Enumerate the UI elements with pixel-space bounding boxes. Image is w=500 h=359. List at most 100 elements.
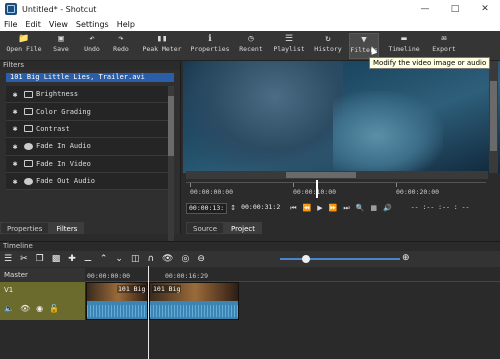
ripple-icon[interactable]: ◎ xyxy=(181,254,189,264)
transport-controls: 00:00:13: ↕ 00:00:31:2 ⏮ ⏪ ▶ ⏩ ⏭ 🔍 ▦ 🔊 -… xyxy=(186,201,500,215)
cut-icon[interactable]: ✂ xyxy=(20,254,28,264)
timeline-menu-icon[interactable]: ☰ xyxy=(4,254,12,264)
scrollbar-thumb[interactable] xyxy=(286,172,356,178)
timeline-button[interactable]: ▬ Timeline xyxy=(388,33,420,59)
filter-label: Contrast xyxy=(36,124,70,133)
timeline-clip[interactable]: 101 Big xyxy=(86,282,148,320)
menu-edit[interactable]: Edit xyxy=(25,20,41,29)
paste-icon[interactable]: ▩ xyxy=(52,254,61,264)
timeline-title: Timeline xyxy=(3,242,33,250)
zoom-in-icon[interactable]: ⊕ xyxy=(402,253,410,263)
filter-item-contrast[interactable]: ✱ Contrast xyxy=(6,120,174,139)
tab-project[interactable]: Project xyxy=(224,222,262,234)
enabled-checkbox-icon[interactable]: ✱ xyxy=(10,177,20,186)
lock-icon[interactable]: 🔓 xyxy=(49,304,59,313)
filter-item-brightness[interactable]: ✱ Brightness xyxy=(6,86,174,104)
recent-label: Recent xyxy=(239,45,263,53)
scrollbar-thumb[interactable] xyxy=(168,96,174,156)
tab-source[interactable]: Source xyxy=(186,222,225,234)
close-icon[interactable]: ✕ xyxy=(470,0,500,18)
minimize-icon[interactable]: — xyxy=(410,0,440,18)
filter-item-fade-in-video[interactable]: ✱ Fade In Video xyxy=(6,155,174,173)
export-button[interactable]: ⎂ Export xyxy=(430,33,458,59)
grid-icon[interactable]: ▦ xyxy=(370,204,377,212)
track-header-v1[interactable]: V1 🔈 👁 ◉ 🔓 xyxy=(0,282,85,320)
zoom-slider-handle[interactable] xyxy=(302,255,310,263)
properties-label: Properties xyxy=(190,45,230,53)
split-icon[interactable]: ◫ xyxy=(131,254,140,264)
track-controls: 🔈 👁 ◉ 🔓 xyxy=(4,304,65,313)
copy-icon[interactable]: ❐ xyxy=(36,254,44,264)
filter-label: Color Grading xyxy=(36,107,91,116)
tab-filters[interactable]: Filters xyxy=(49,222,85,234)
zoom-out-icon[interactable]: ⊖ xyxy=(197,254,205,264)
enabled-checkbox-icon[interactable]: ✱ xyxy=(10,159,20,168)
track-name: V1 xyxy=(4,286,14,294)
timeline-toolbar: ☰ ✂ ❐ ▩ ✚ ⚊ ⌃ ⌄ ◫ ∩ 👁 ◎ ⊖ ⊕ xyxy=(0,251,500,267)
volume-icon[interactable]: 🔊 xyxy=(383,204,392,212)
menu-settings[interactable]: Settings xyxy=(76,20,109,29)
position-timecode[interactable]: 00:00:13: xyxy=(186,202,228,214)
fast-forward-icon[interactable]: ⏩ xyxy=(329,204,338,212)
filter-label: Fade In Audio xyxy=(36,142,91,151)
tab-properties[interactable]: Properties xyxy=(0,222,50,234)
video-filter-icon xyxy=(24,108,33,116)
recent-button[interactable]: ◷ Recent xyxy=(237,33,265,59)
preview-horizontal-scrollbar[interactable] xyxy=(186,171,488,179)
filter-item-fade-in-audio[interactable]: ✱ Fade In Audio xyxy=(6,138,174,156)
composite-icon[interactable]: ◉ xyxy=(36,304,43,313)
play-icon[interactable]: ▶ xyxy=(317,204,322,212)
redo-icon: ↷ xyxy=(118,34,124,44)
scrollbar-thumb[interactable] xyxy=(490,81,497,151)
append-icon[interactable]: ✚ xyxy=(68,254,76,264)
open-file-button[interactable]: 📁 Open File xyxy=(4,33,44,59)
player-playhead[interactable] xyxy=(316,180,318,198)
playlist-label: Playlist xyxy=(273,45,305,53)
mute-icon[interactable]: 🔈 xyxy=(4,304,14,313)
filter-item-fade-out-audio[interactable]: ✱ Fade Out Audio xyxy=(6,172,174,191)
enabled-checkbox-icon[interactable]: ✱ xyxy=(10,142,20,151)
scrub-icon[interactable]: 👁 xyxy=(162,254,173,264)
info-icon: ℹ xyxy=(208,34,212,44)
ripple-delete-icon[interactable]: ⚊ xyxy=(84,254,92,264)
undo-button[interactable]: ↶ Undo xyxy=(80,33,104,59)
snap-icon[interactable]: ∩ xyxy=(147,254,154,264)
enabled-checkbox-icon[interactable]: ✱ xyxy=(10,90,20,99)
undo-label: Undo xyxy=(84,45,100,53)
enabled-checkbox-icon[interactable]: ✱ xyxy=(10,124,20,133)
menu-file[interactable]: File xyxy=(4,20,17,29)
menu-bar: File Edit View Settings Help xyxy=(0,18,500,31)
maximize-icon[interactable]: □ xyxy=(440,0,470,18)
title-bar: Untitled* - Shotcut — □ ✕ xyxy=(0,0,500,18)
menu-view[interactable]: View xyxy=(49,20,68,29)
filter-item-color-grading[interactable]: ✱ Color Grading xyxy=(6,103,174,121)
filter-label: Fade In Video xyxy=(36,159,91,168)
playlist-button[interactable]: ☰ Playlist xyxy=(272,33,306,59)
shotcut-app-icon xyxy=(5,3,17,15)
hide-icon[interactable]: 👁 xyxy=(20,304,30,313)
export-icon: ⎂ xyxy=(441,34,447,44)
enabled-checkbox-icon[interactable]: ✱ xyxy=(10,107,20,116)
lift-icon[interactable]: ⌃ xyxy=(100,254,108,264)
audio-waveform xyxy=(150,301,238,319)
timeline-playhead[interactable] xyxy=(148,266,149,359)
rewind-icon[interactable]: ⏪ xyxy=(303,204,312,212)
properties-button[interactable]: ℹ Properties xyxy=(190,33,230,59)
peak-meter-button[interactable]: ▮▮ Peak Meter xyxy=(140,33,184,59)
menu-help[interactable]: Help xyxy=(117,20,135,29)
overwrite-icon[interactable]: ⌄ xyxy=(115,254,123,264)
history-button[interactable]: ↻ History xyxy=(313,33,343,59)
timeline-clip[interactable]: 101 Big xyxy=(149,282,239,320)
zoom-icon[interactable]: 🔍 xyxy=(356,204,365,212)
player-ruler[interactable]: 00:00:00:00 00:00:10:00 00:00:20:00 xyxy=(186,182,486,198)
in-out-timecode: -- :-- :-- : -- xyxy=(410,202,470,211)
redo-button[interactable]: ↷ Redo xyxy=(109,33,133,59)
zoom-slider[interactable] xyxy=(280,258,400,260)
skip-end-icon[interactable]: ⏭ xyxy=(343,204,349,213)
preview-vertical-scrollbar[interactable] xyxy=(489,61,498,173)
filters-panel: Filters 101 Big Little Lies, Trailer.avi… xyxy=(0,61,181,268)
spin-icon[interactable]: ↕ xyxy=(230,204,236,212)
clip-label: 101 Big xyxy=(117,285,147,293)
skip-start-icon[interactable]: ⏮ xyxy=(290,204,296,213)
save-button[interactable]: ▣ Save xyxy=(49,33,73,59)
